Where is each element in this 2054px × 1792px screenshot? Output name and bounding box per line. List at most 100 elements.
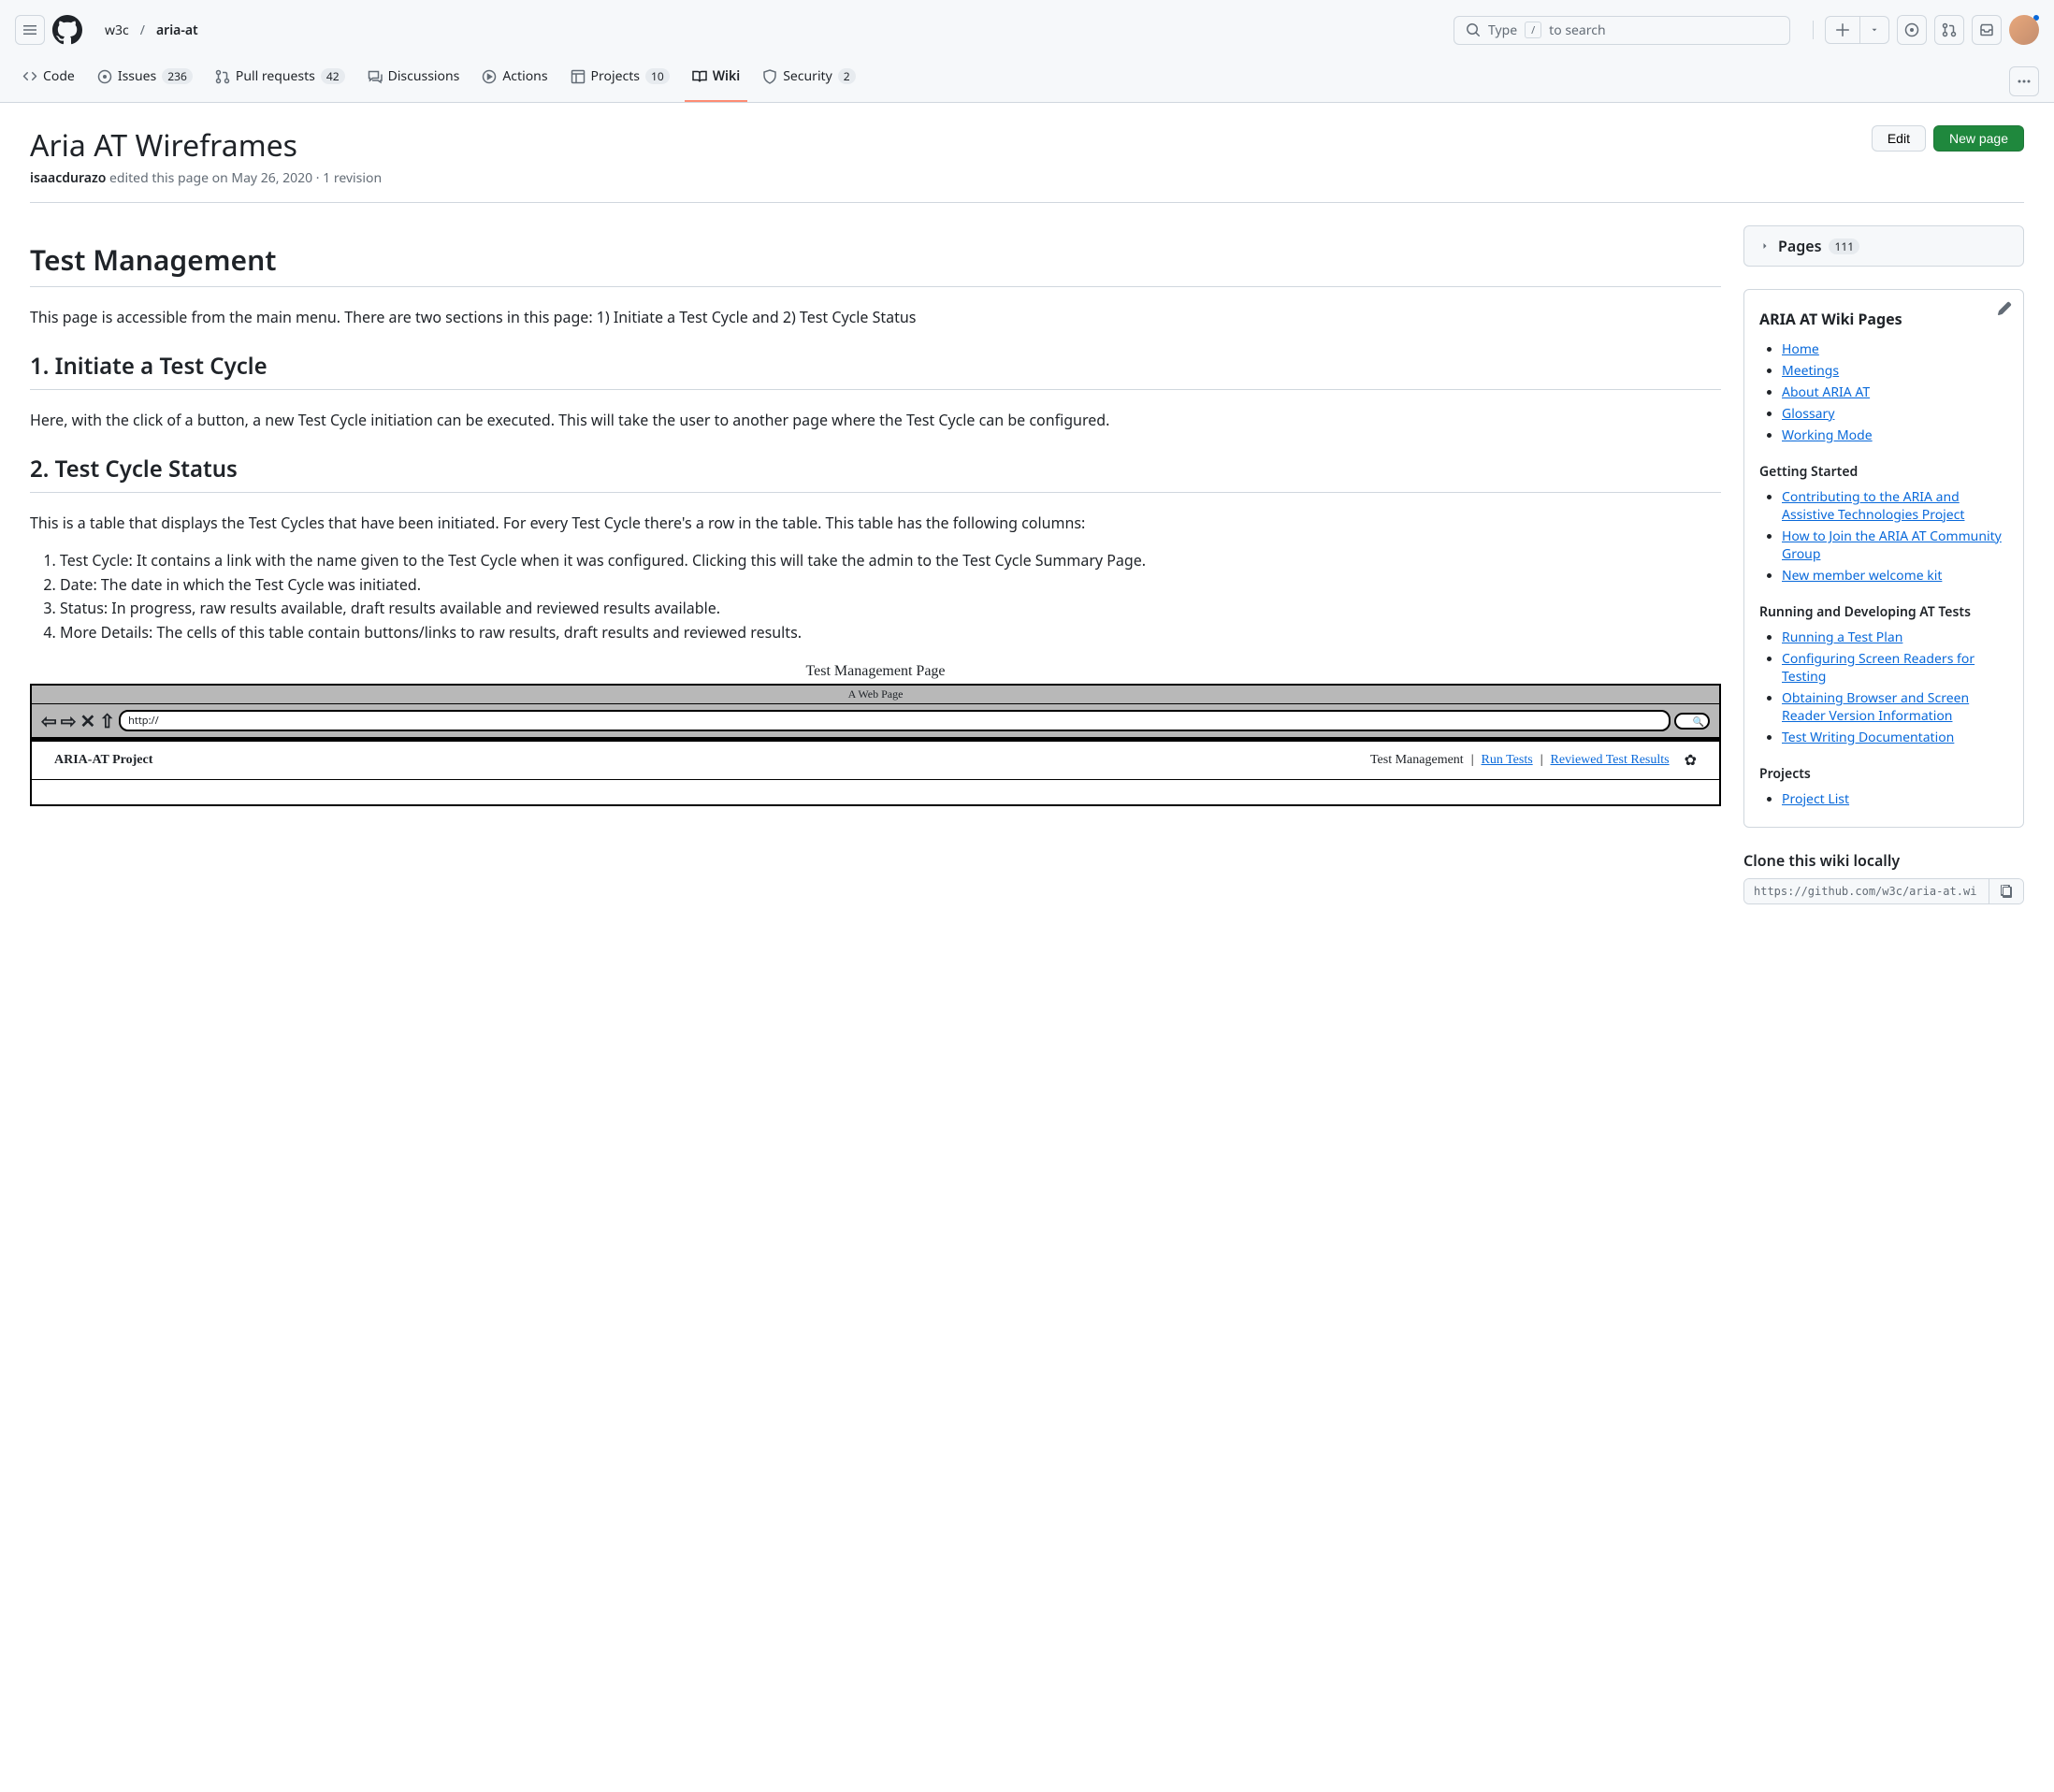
issue-icon xyxy=(1904,22,1919,37)
wireframe-brand: ARIA-AT Project xyxy=(54,753,152,768)
sidebar-link[interactable]: Working Mode xyxy=(1782,426,1873,444)
issues-icon xyxy=(97,69,112,84)
divider xyxy=(1813,21,1814,39)
edit-sidebar-button[interactable] xyxy=(1997,301,2012,316)
list-item: Date: The date in which the Test Cycle w… xyxy=(60,573,1721,598)
tab-actions[interactable]: Actions xyxy=(474,60,555,102)
sidebar-link[interactable]: New member welcome kit xyxy=(1782,567,1942,585)
tab-wiki[interactable]: Wiki xyxy=(685,60,748,102)
clone-title: Clone this wiki locally xyxy=(1743,850,2024,871)
content-h1: Test Management xyxy=(30,240,1721,287)
page-content: Aria AT Wireframes Edit New page isaacdu… xyxy=(0,103,2054,927)
close-icon: ✕ xyxy=(80,708,96,733)
tab-issues[interactable]: Issues 236 xyxy=(90,60,200,102)
wireframe-browser: A Web Page ⇦ ⇨ ✕ ⇧ http:// 🔍 ARIA-AT Pro… xyxy=(30,684,1721,806)
sidebar-link[interactable]: Test Writing Documentation xyxy=(1782,729,1954,746)
content-p1: This page is accessible from the main me… xyxy=(30,306,1721,328)
inbox-icon xyxy=(1979,22,1994,37)
home-icon: ⇧ xyxy=(99,708,115,733)
breadcrumb: w3c / aria-at xyxy=(97,18,206,43)
list-item: Home xyxy=(1782,340,2008,358)
caret-down-icon xyxy=(1859,17,1888,43)
new-page-button[interactable]: New page xyxy=(1933,125,2024,152)
github-logo-link[interactable] xyxy=(52,15,82,45)
sidebar-link[interactable]: Contributing to the ARIA and Assistive T… xyxy=(1782,488,1964,524)
clone-url-input[interactable] xyxy=(1744,879,1989,903)
pr-icon xyxy=(215,69,230,84)
notifications-button[interactable] xyxy=(1972,15,2002,45)
list-item: Obtaining Browser and Screen Reader Vers… xyxy=(1782,689,2008,725)
hamburger-icon xyxy=(22,22,37,37)
separator: | xyxy=(1540,753,1543,768)
wiki-author-link[interactable]: isaacdurazo xyxy=(30,169,106,187)
forward-arrow-icon: ⇨ xyxy=(61,708,77,733)
sidebar-link[interactable]: Obtaining Browser and Screen Reader Vers… xyxy=(1782,689,1969,725)
list-item: Test Writing Documentation xyxy=(1782,729,2008,746)
list-item: About ARIA AT xyxy=(1782,383,2008,401)
sidebar-link[interactable]: Glossary xyxy=(1782,405,1834,423)
kebab-icon xyxy=(2017,74,2032,89)
overflow-menu-button[interactable] xyxy=(2009,66,2039,96)
search-button[interactable]: Type / to search xyxy=(1454,16,1790,45)
wireframe-image: Test Management Page A Web Page ⇦ ⇨ ✕ ⇧ … xyxy=(30,663,1721,806)
header-actions xyxy=(1809,15,2039,45)
git-pull-request-icon xyxy=(1942,22,1957,37)
tab-issues-count: 236 xyxy=(162,68,193,84)
wireframe-nav-link: Reviewed Test Results xyxy=(1551,753,1670,768)
copy-button[interactable] xyxy=(1989,879,2023,903)
pull-requests-button[interactable] xyxy=(1934,15,1964,45)
breadcrumb-separator: / xyxy=(140,22,145,39)
wiki-page-title: Aria AT Wireframes xyxy=(30,125,297,166)
sidebar-link[interactable]: Meetings xyxy=(1782,362,1839,380)
sidebar-link[interactable]: How to Join the ARIA AT Community Group xyxy=(1782,527,2002,563)
issues-button[interactable] xyxy=(1897,15,1927,45)
search-text-prefix: Type xyxy=(1488,22,1517,39)
wiki-meta: isaacdurazo edited this page on May 26, … xyxy=(30,169,2024,187)
tab-pull-requests[interactable]: Pull requests 42 xyxy=(208,60,353,102)
github-icon xyxy=(52,15,82,45)
sidebar-link[interactable]: Project List xyxy=(1782,790,1849,808)
wireframe-nav: ARIA-AT Project Test Management | Run Te… xyxy=(32,742,1719,780)
sidebar-link[interactable]: Home xyxy=(1782,340,1819,358)
wiki-edit-info: edited this page on May 26, 2020 · 1 rev… xyxy=(106,169,382,187)
plus-icon xyxy=(1826,17,1859,43)
tab-security[interactable]: Security 2 xyxy=(755,60,862,102)
sidebar-link[interactable]: About ARIA AT xyxy=(1782,383,1870,401)
tab-wiki-label: Wiki xyxy=(713,67,741,85)
pages-toggle[interactable]: Pages 111 xyxy=(1743,225,2024,267)
tab-code[interactable]: Code xyxy=(15,60,82,102)
sidebar-link[interactable]: Running a Test Plan xyxy=(1782,629,1902,646)
breadcrumb-repo-link[interactable]: aria-at xyxy=(149,18,206,43)
create-new-dropdown[interactable] xyxy=(1825,16,1889,44)
breadcrumb-owner-link[interactable]: w3c xyxy=(97,18,137,43)
sidebar-link[interactable]: Configuring Screen Readers for Testing xyxy=(1782,650,1974,686)
tab-projects[interactable]: Projects 10 xyxy=(563,60,677,102)
avatar-wrapper[interactable] xyxy=(2009,15,2039,45)
wireframe-url: http:// xyxy=(119,710,1671,731)
wireframe-toolbar: ⇦ ⇨ ✕ ⇧ http:// 🔍 xyxy=(32,704,1719,739)
project-icon xyxy=(571,69,586,84)
copy-icon xyxy=(1999,884,2014,899)
tab-actions-label: Actions xyxy=(502,67,547,85)
sidebar-links-main: Home Meetings About ARIA AT Glossary Wor… xyxy=(1759,340,2008,444)
sidebar-links-running: Running a Test Plan Configuring Screen R… xyxy=(1759,629,2008,746)
sidebar-subheading: Getting Started xyxy=(1759,463,2008,481)
app-header: w3c / aria-at Type / to search xyxy=(0,0,2054,60)
pages-count: 111 xyxy=(1829,238,1859,254)
wiki-header: Aria AT Wireframes Edit New page xyxy=(30,125,2024,166)
search-slash-kbd: / xyxy=(1525,22,1541,38)
hamburger-menu-button[interactable] xyxy=(15,15,45,45)
sidebar-subheading: Running and Developing AT Tests xyxy=(1759,603,2008,621)
tab-discussions[interactable]: Discussions xyxy=(360,60,468,102)
wiki-content: Test Management This page is accessible … xyxy=(30,225,1721,904)
list-item: Status: In progress, raw results availab… xyxy=(60,597,1721,621)
tab-projects-label: Projects xyxy=(591,67,640,85)
list-item: New member welcome kit xyxy=(1782,567,2008,585)
content-p2: Here, with the click of a button, a new … xyxy=(30,409,1721,431)
tab-security-label: Security xyxy=(783,67,832,85)
search-icon xyxy=(1466,22,1481,37)
content-h2a: 1. Initiate a Test Cycle xyxy=(30,351,1721,390)
sidebar-links-projects: Project List xyxy=(1759,790,2008,808)
edit-button[interactable]: Edit xyxy=(1872,125,1926,152)
list-item: Working Mode xyxy=(1782,426,2008,444)
